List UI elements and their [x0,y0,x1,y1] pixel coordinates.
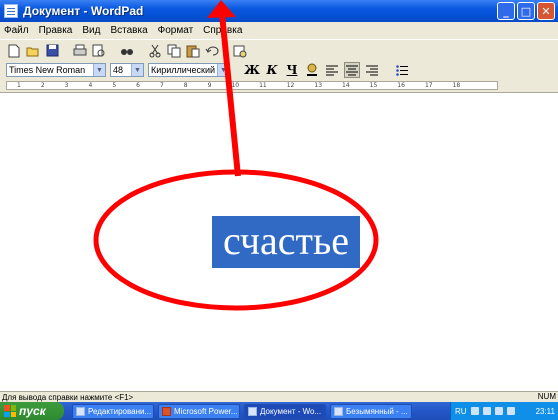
ruler-mark: 16 [397,82,405,89]
close-button[interactable]: ✕ [537,2,555,20]
ruler-mark: 9 [207,82,212,89]
ruler-mark: 2 [40,82,45,89]
chevron-down-icon[interactable]: ▼ [131,64,143,76]
align-right-icon[interactable] [364,62,380,78]
standard-toolbar [0,39,558,61]
ruler-mark: 17 [424,82,433,89]
wordpad-app-icon[interactable] [4,4,18,18]
taskbar-item-powerpoint[interactable]: Microsoft Power... [158,403,240,419]
taskbar: пуск Редактировани... Microsoft Power...… [0,402,558,420]
italic-button[interactable]: К [264,62,280,78]
ruler-mark: 8 [183,82,188,89]
task-label: Microsoft Power... [174,406,238,416]
print-preview-icon[interactable] [91,43,107,59]
font-size-value: 48 [113,65,124,75]
font-name-value: Times New Roman [9,65,86,75]
font-name-select[interactable]: Times New Roman ▼ [6,63,106,77]
task-label: Безымянный - ... [346,406,408,416]
ruler-mark: 1 [17,82,21,89]
ruler-mark: 10 [231,82,240,89]
tray-icon[interactable] [506,407,515,415]
color-icon[interactable] [304,62,320,78]
script-value: Кириллический [151,65,216,75]
tray-icon[interactable] [482,407,491,415]
format-bar: Times New Roman ▼ 48 ▼ Кириллический ▼ Ж… [0,61,558,79]
powerpoint-icon [162,406,171,416]
open-icon[interactable] [25,43,41,59]
align-left-icon[interactable] [324,62,340,78]
ruler-mark: 18 [452,82,461,89]
ruler-mark: 12 [286,82,295,89]
chevron-down-icon[interactable]: ▼ [93,64,105,76]
menu-edit[interactable]: Правка [39,25,73,36]
bold-button[interactable]: Ж [244,62,260,78]
copy-icon[interactable] [166,43,182,59]
ruler[interactable]: 1 2 3 4 5 6 7 8 9 10 11 12 13 14 15 16 17 18 [0,79,558,93]
window-icon [76,406,85,416]
clock[interactable]: 23:11 [536,407,555,416]
underline-button[interactable]: Ч [284,62,300,78]
status-help-text: Для вывода справки нажмите <F1> [2,392,134,402]
window-controls: _ □ ✕ [497,2,555,20]
selected-text[interactable]: счастье [212,216,360,268]
task-label: Редактировани... [88,406,152,416]
save-icon[interactable] [44,43,60,59]
ruler-mark: 3 [64,82,69,89]
bullets-icon[interactable] [394,62,410,78]
start-button[interactable]: пуск [0,402,64,420]
cut-icon[interactable] [147,43,163,59]
ruler-mark: 4 [88,82,93,89]
chevron-down-icon[interactable]: ▼ [217,64,229,76]
date-time-icon[interactable] [232,43,248,59]
tray-icon[interactable] [470,407,479,415]
status-bar: Для вывода справки нажмите <F1> NUM [0,391,558,402]
paint-icon [334,406,343,416]
ruler-scale: 1 2 3 4 5 6 7 8 9 10 11 12 13 14 15 16 17 18 [6,81,498,90]
ruler-mark: 11 [259,82,267,89]
font-size-select[interactable]: 48 ▼ [110,63,144,77]
start-label: пуск [19,404,46,418]
script-select[interactable]: Кириллический ▼ [148,63,230,77]
find-icon[interactable] [119,43,135,59]
maximize-button[interactable]: □ [517,2,535,20]
menu-format[interactable]: Формат [158,25,194,36]
taskbar-item-wordpad[interactable]: Документ - Wo... [244,403,326,419]
menu-file[interactable]: Файл [4,25,29,36]
menu-help[interactable]: Справка [203,25,242,36]
language-indicator[interactable]: RU [455,407,467,416]
minimize-button[interactable]: _ [497,2,515,20]
ruler-mark: 7 [159,82,164,89]
print-icon[interactable] [72,43,88,59]
windows-logo-icon [4,405,16,417]
wordpad-icon [248,406,257,416]
menu-bar: Файл Правка Вид Вставка Формат Справка [0,22,558,39]
taskbar-item-paint[interactable]: Безымянный - ... [330,403,412,419]
ruler-mark: 14 [342,82,350,89]
menu-view[interactable]: Вид [82,25,100,36]
system-tray: RU 23:11 [450,402,558,420]
window-title: Документ - WordPad [23,4,144,18]
ruler-mark: 15 [369,82,378,89]
undo-icon[interactable] [204,43,220,59]
new-icon[interactable] [6,43,22,59]
align-center-icon[interactable] [344,62,360,78]
taskbar-item-editor[interactable]: Редактировани... [72,403,154,419]
tray-icon[interactable] [494,407,503,415]
menu-insert[interactable]: Вставка [110,25,147,36]
ruler-mark: 13 [314,82,323,89]
status-num: NUM [537,392,556,401]
ruler-mark: 5 [112,82,117,89]
title-bar: Документ - WordPad _ □ ✕ [0,0,558,22]
paste-icon[interactable] [185,43,201,59]
ruler-mark: 6 [136,82,140,89]
task-label: Документ - Wo... [260,406,322,416]
